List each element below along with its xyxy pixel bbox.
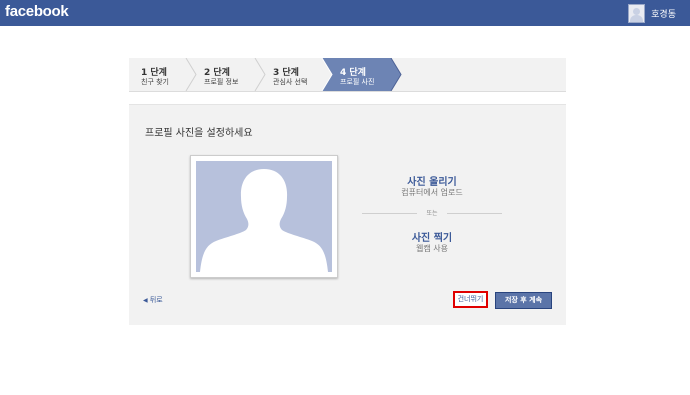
- step-divider: [254, 58, 266, 91]
- skip-button[interactable]: 건너뛰기: [453, 291, 488, 308]
- upload-photo-link[interactable]: 사진 올리기: [332, 173, 532, 188]
- back-label: 뒤로: [149, 296, 163, 304]
- save-and-continue-button[interactable]: 저장 후 계속: [495, 292, 552, 309]
- step-label: 프로필 정보: [204, 78, 239, 86]
- or-text: 또는: [417, 208, 447, 217]
- take-photo-link[interactable]: 사진 찍기: [332, 229, 532, 244]
- avatar[interactable]: [628, 3, 646, 23]
- profile-photo-frame: [190, 155, 338, 278]
- step-progress-bar: 1 단계 친구 찾기 2 단계 프로필 정보 3 단계 관심사 선택 4 단계 …: [129, 58, 566, 92]
- step-label: 친구 찾기: [141, 78, 169, 86]
- back-link[interactable]: ◀ 뒤로: [143, 295, 163, 305]
- facebook-logo[interactable]: facebook: [5, 3, 69, 20]
- caret-left-icon: ◀: [143, 297, 148, 304]
- step-divider: [185, 58, 197, 91]
- user-name[interactable]: 호경동: [651, 7, 676, 20]
- step-label: 프로필 사진: [340, 78, 375, 86]
- top-bar: facebook 호경동: [0, 0, 690, 26]
- panel-title: 프로필 사진을 설정하세요: [145, 128, 253, 139]
- upload-photo-sub: 컴퓨터에서 업로드: [401, 188, 463, 197]
- take-photo-sub: 웹캠 사용: [416, 244, 448, 253]
- user-menu[interactable]: 호경동: [628, 3, 676, 23]
- profile-photo-panel: 프로필 사진을 설정하세요 사진 올리기 컴퓨터에서 업로드 또는 사진 찍기 …: [129, 104, 566, 325]
- default-profile-silhouette: [196, 161, 332, 272]
- step-label: 관심사 선택: [273, 78, 308, 86]
- silhouette-icon: [200, 169, 328, 272]
